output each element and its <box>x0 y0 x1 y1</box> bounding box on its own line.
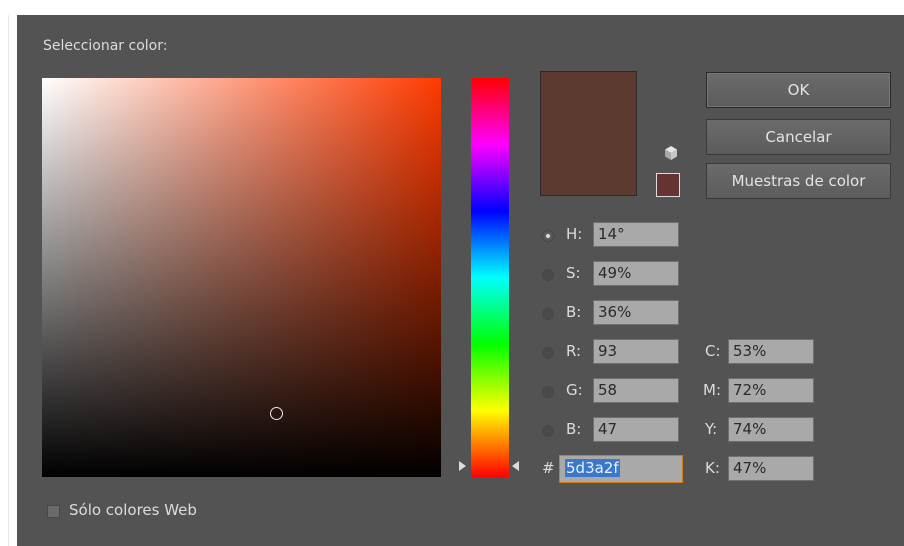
red-label: R: <box>566 342 582 360</box>
red-radio[interactable] <box>542 347 554 359</box>
hue-slider-right-handle[interactable] <box>512 461 519 471</box>
websafe-color-swatch[interactable] <box>656 173 680 197</box>
saturation-radio[interactable] <box>542 269 554 281</box>
left-edge-strip <box>0 15 17 546</box>
color-swatches-button[interactable]: Muestras de color <box>706 163 891 199</box>
cancel-button[interactable]: Cancelar <box>706 119 891 155</box>
brightness-radio[interactable] <box>542 308 554 320</box>
dialog-title: Seleccionar color: <box>43 38 168 54</box>
web-only-checkbox[interactable] <box>47 505 60 518</box>
hue-slider-left-handle[interactable] <box>459 461 466 471</box>
hex-value-selection: 5d3a2f <box>565 459 620 477</box>
web-only-label[interactable]: Sólo colores Web <box>69 501 197 519</box>
red-field[interactable]: 93 <box>593 339 679 364</box>
black-label: K: <box>705 459 720 477</box>
black-field[interactable]: 47% <box>728 456 814 481</box>
magenta-field[interactable]: 72% <box>728 378 814 403</box>
green-field[interactable]: 58 <box>593 378 679 403</box>
ok-button[interactable]: OK <box>706 72 891 108</box>
blue-field[interactable]: 47 <box>593 417 679 442</box>
hue-label: H: <box>566 225 583 243</box>
cube-icon[interactable] <box>663 145 679 161</box>
left-edge-line <box>8 15 9 546</box>
yellow-label: Y: <box>705 420 718 438</box>
green-radio[interactable] <box>542 386 554 398</box>
cyan-label: C: <box>705 342 721 360</box>
blue-label: B: <box>566 420 582 438</box>
color-picker-cursor[interactable] <box>270 407 283 420</box>
saturation-label: S: <box>566 264 581 282</box>
hue-field[interactable]: 14° <box>593 222 679 247</box>
hue-slider[interactable] <box>471 78 509 477</box>
current-color-swatch <box>540 71 637 196</box>
hex-field[interactable]: 5d3a2f <box>559 455 683 483</box>
green-label: G: <box>566 381 583 399</box>
blue-radio[interactable] <box>542 425 554 437</box>
hex-label: # <box>542 459 555 477</box>
brightness-field[interactable]: 36% <box>593 300 679 325</box>
saturation-field[interactable]: 49% <box>593 261 679 286</box>
magenta-label: M: <box>703 381 721 399</box>
brightness-label: B: <box>566 303 582 321</box>
hue-radio[interactable] <box>542 230 554 242</box>
saturation-brightness-field[interactable] <box>42 78 441 477</box>
cyan-field[interactable]: 53% <box>728 339 814 364</box>
yellow-field[interactable]: 74% <box>728 417 814 442</box>
